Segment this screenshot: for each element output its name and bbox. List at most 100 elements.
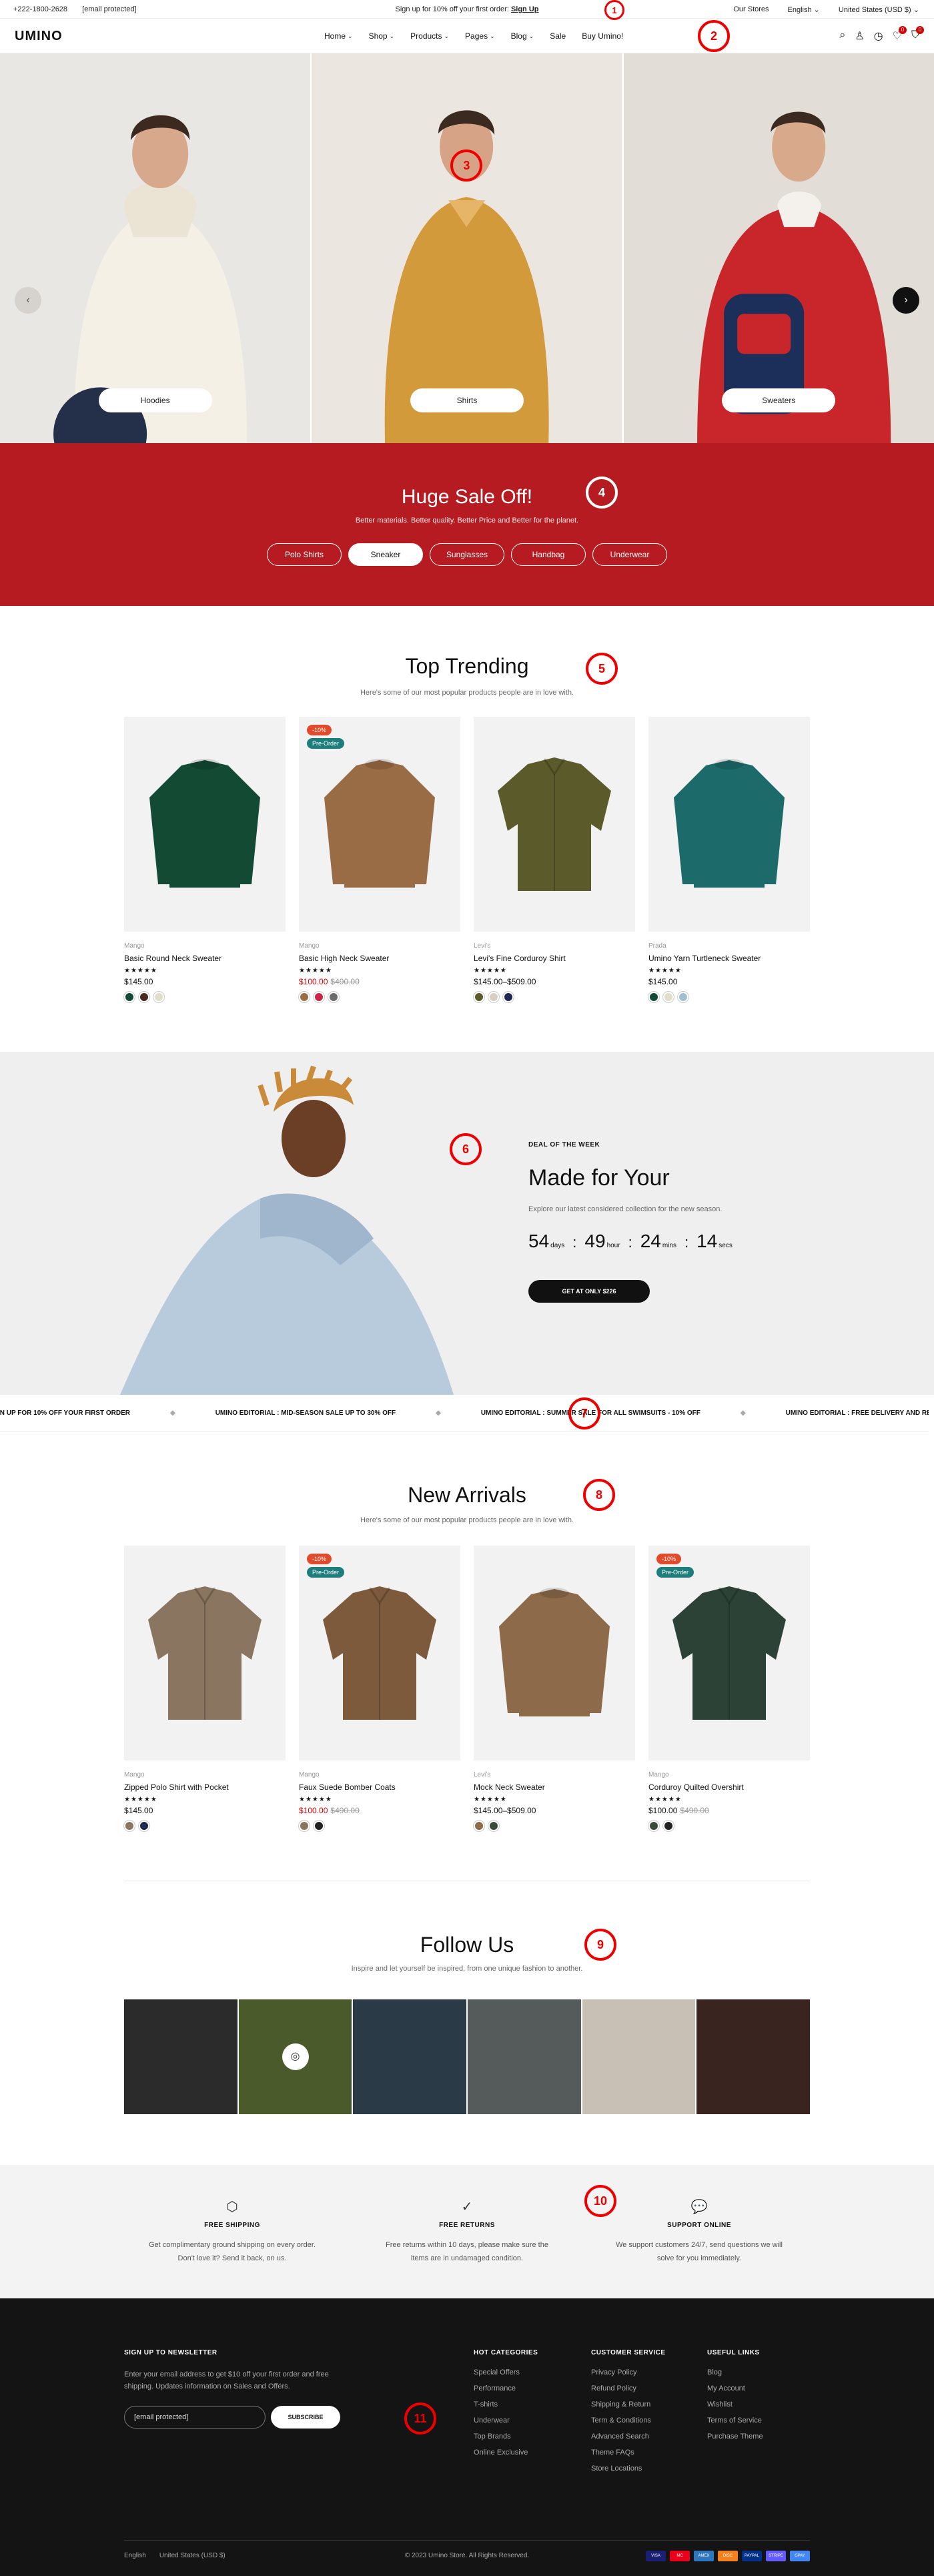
hero-label-shirts[interactable]: Shirts [410,388,524,412]
product-image-frame[interactable]: -10% Pre-Order [299,717,460,932]
color-swatch[interactable] [663,992,674,1002]
gallery-tile[interactable] [124,1999,238,2114]
product-image-frame[interactable] [474,717,635,932]
cart-icon[interactable]: ⛉ 0 [911,26,924,43]
footer-link[interactable]: Top Brands [474,2433,538,2441]
product-card[interactable]: Prada Umino Yarn Turtleneck Sweater ★★★★★ $… [648,717,810,1002]
product-card[interactable]: -10% Pre-Order Mango Faux Suede Bomber Coat… [299,1546,460,1831]
product-name[interactable]: Mock Neck Sweater [474,1783,635,1792]
footer-link[interactable]: Purchase Theme [707,2433,763,2441]
user-icon[interactable]: ♙ [855,29,864,43]
product-card[interactable]: Mango Basic Round Neck Sweater ★★★★★ $145.0… [124,717,286,1002]
product-name[interactable]: Basic Round Neck Sweater [124,954,286,963]
color-swatch[interactable] [299,992,310,1002]
color-swatch[interactable] [328,992,339,1002]
nav-item-buy-umino[interactable]: Buy Umino! [582,31,623,41]
slider-next-button[interactable]: › [893,287,919,314]
product-image-frame[interactable]: -10% Pre-Order [648,1546,810,1760]
color-swatch[interactable] [488,1821,499,1831]
product-image-frame[interactable] [474,1546,635,1760]
gallery-tile[interactable] [353,1999,467,2114]
product-card[interactable]: Levi's Mock Neck Sweater ★★★★★ $145.00–$509… [474,1546,635,1831]
hero-label-sweaters[interactable]: Sweaters [722,388,836,412]
signup-link[interactable]: Sign Up [511,5,539,13]
logo[interactable]: UMINO [15,29,63,44]
footer-link[interactable]: My Account [707,2384,763,2392]
product-image-frame[interactable] [124,717,286,932]
product-name[interactable]: Umino Yarn Turtleneck Sweater [648,954,810,963]
sale-tag-underwear[interactable]: Underwear [592,543,667,566]
nav-item-products[interactable]: Products ⌄ [410,31,449,41]
color-swatch[interactable] [314,992,324,1002]
color-swatch[interactable] [474,1821,484,1831]
color-swatch[interactable] [153,992,164,1002]
slider-prev-button[interactable]: ‹ [15,287,41,314]
gallery-tile[interactable] [696,1999,811,2114]
product-name[interactable]: Zipped Polo Shirt with Pocket [124,1783,286,1792]
color-swatch[interactable] [648,1821,659,1831]
newsletter-email-input[interactable]: [email protected] [124,2406,266,2429]
color-swatch[interactable] [663,1821,674,1831]
product-name[interactable]: Faux Suede Bomber Coats [299,1783,460,1792]
hero-slide-hoodies[interactable]: Hoodies [0,53,311,443]
product-name[interactable]: Levi's Fine Corduroy Shirt [474,954,635,963]
color-swatch[interactable] [124,1821,135,1831]
footer-link[interactable]: Advanced Search [591,2433,666,2441]
color-swatch[interactable] [299,1821,310,1831]
hero-slide-sweaters[interactable]: Sweaters [623,53,934,443]
product-card[interactable]: Levi's Levi's Fine Corduroy Shirt ★★★★★ $14… [474,717,635,1002]
color-swatch[interactable] [503,992,514,1002]
footer-link[interactable]: Special Offers [474,2368,538,2376]
footer-link[interactable]: Terms of Service [707,2417,763,2425]
footer-link[interactable]: Performance [474,2384,538,2392]
gallery-tile[interactable] [468,1999,581,2114]
color-swatch[interactable] [314,1821,324,1831]
footer-link[interactable]: Term & Conditions [591,2417,666,2425]
color-swatch[interactable] [474,992,484,1002]
footer-link[interactable]: Underwear [474,2417,538,2425]
color-swatch[interactable] [648,992,659,1002]
search-icon[interactable]: ⌕ [839,29,845,43]
footer-link[interactable]: Theme FAQs [591,2449,666,2457]
hero-slide-shirts[interactable]: Shirts 3 [312,53,622,443]
gallery-tile[interactable]: ◎ [238,1999,352,2114]
color-swatch[interactable] [139,992,149,1002]
sale-tag-sneaker[interactable]: Sneaker [348,543,423,566]
nav-item-blog[interactable]: Blog ⌄ [511,31,534,41]
language-selector[interactable]: English ⌄ [788,5,820,14]
footer-link[interactable]: Online Exclusive [474,2449,538,2457]
gallery-tile[interactable] [582,1999,696,2114]
deal-cta-button[interactable]: GET AT ONLY $226 [528,1280,650,1303]
footer-link[interactable]: Privacy Policy [591,2368,666,2376]
hero-label-hoodies[interactable]: Hoodies [98,388,212,412]
nav-item-home[interactable]: Home ⌄ [324,31,353,41]
product-name[interactable]: Basic High Neck Sweater [299,954,460,963]
color-swatch[interactable] [139,1821,149,1831]
sale-tag-sunglasses[interactable]: Sunglasses [430,543,504,566]
product-card[interactable]: -10% Pre-Order Mango Corduroy Quilted Overs… [648,1546,810,1831]
product-card[interactable]: Mango Zipped Polo Shirt with Pocket ★★★★★ $… [124,1546,286,1831]
product-image-frame[interactable] [648,717,810,932]
color-swatch[interactable] [488,992,499,1002]
footer-link[interactable]: Store Locations [591,2465,666,2473]
footer-link[interactable]: Wishlist [707,2400,763,2408]
currency-selector[interactable]: United States (USD $) ⌄ [839,5,919,14]
subscribe-button[interactable]: SUBSCRIBE [271,2406,340,2429]
nav-item-pages[interactable]: Pages ⌄ [465,31,495,41]
color-swatch[interactable] [124,992,135,1002]
footer-link[interactable]: T-shirts [474,2400,538,2408]
product-image-frame[interactable] [124,1546,286,1760]
compare-icon[interactable]: ◷ [874,29,883,43]
product-card[interactable]: -10% Pre-Order Mango Basic High Neck Sweate… [299,717,460,1002]
nav-item-sale[interactable]: Sale [550,31,566,41]
footer-link[interactable]: Blog [707,2368,763,2376]
product-name[interactable]: Corduroy Quilted Overshirt [648,1783,810,1792]
nav-item-shop[interactable]: Shop ⌄ [369,31,395,41]
footer-link[interactable]: Refund Policy [591,2384,666,2392]
color-swatch[interactable] [678,992,688,1002]
sale-tag-handbag[interactable]: Handbag [511,543,586,566]
footer-link[interactable]: Shipping & Return [591,2400,666,2408]
sale-tag-polo-shirts[interactable]: Polo Shirts [267,543,342,566]
product-image-frame[interactable]: -10% Pre-Order [299,1546,460,1760]
our-stores-link[interactable]: Our Stores [733,5,769,14]
